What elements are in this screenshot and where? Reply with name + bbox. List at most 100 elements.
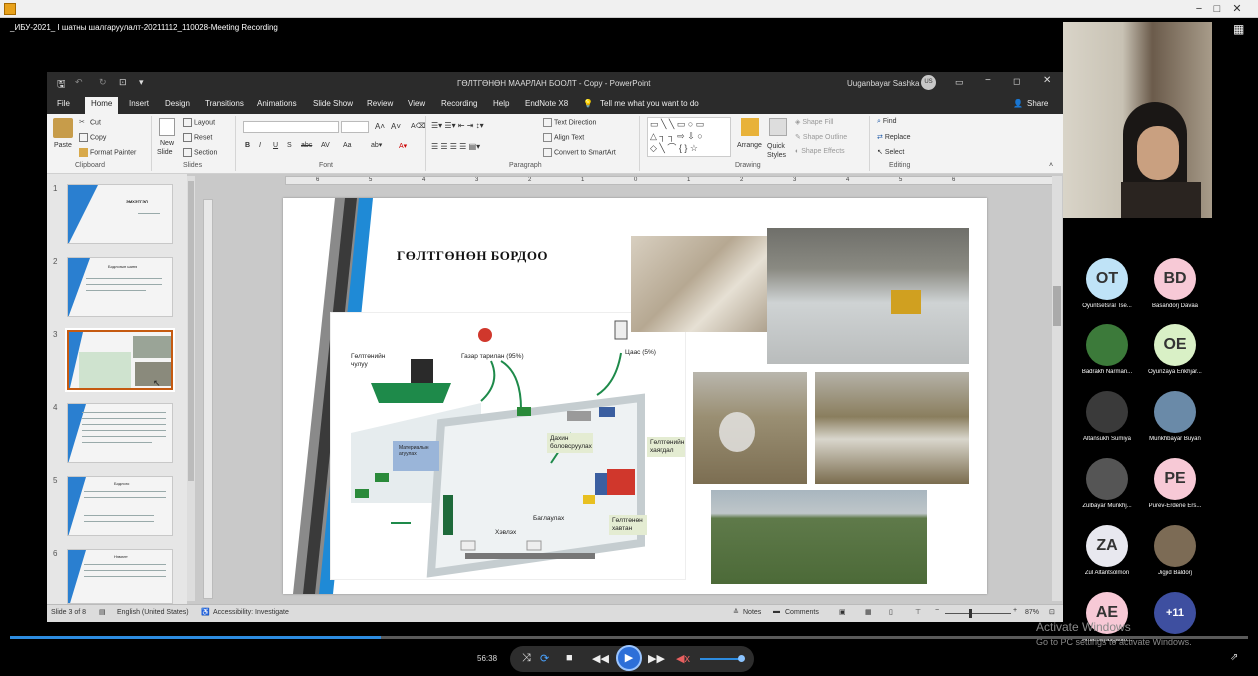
clear-format-icon[interactable]: A⌫ — [411, 122, 426, 130]
shape-fill-button[interactable]: ◈ Shape Fill — [795, 118, 833, 126]
slideshow-view-icon[interactable]: ⊤ — [915, 608, 921, 616]
photo-warehouse-pile[interactable] — [767, 228, 969, 364]
undo-icon[interactable]: ↶ — [75, 77, 83, 88]
language-status[interactable]: English (United States) — [117, 609, 189, 616]
collapse-ribbon-icon[interactable]: ˄ — [1049, 162, 1053, 169]
photo-field-treated[interactable] — [815, 372, 969, 484]
strikethrough-button[interactable]: abc — [301, 142, 312, 149]
paste-icon[interactable] — [53, 118, 73, 138]
horizontal-ruler[interactable]: 6 5 4 3 2 1 0 1 2 3 4 5 6 — [285, 176, 1055, 185]
char-spacing-icon[interactable]: AV — [321, 142, 330, 149]
participant-tile[interactable]: ZA Zul Altantsolmon — [1075, 525, 1139, 576]
slide-thumbnail-6[interactable]: Нэмэлт — [67, 549, 173, 604]
new-slide-icon[interactable] — [159, 118, 175, 136]
grow-font-icon[interactable]: A˄ — [375, 122, 385, 131]
tab-endnote[interactable]: EndNote X8 — [525, 99, 568, 108]
notes-button[interactable]: Notes — [743, 609, 761, 616]
shapes-gallery[interactable]: ▭ ╲ ╲ ▭ ○ ▭ △ ┐ ┐ ⇨ ⇩ ○ ◇ ╲ ⌒ { } ☆ — [647, 117, 731, 157]
participant-tile[interactable]: +11 — [1143, 592, 1207, 637]
highlight-icon[interactable]: ab▾ — [371, 141, 382, 149]
participant-tile[interactable]: OT Oyuntsetsral Tse... — [1075, 258, 1139, 309]
playback-progress[interactable] — [10, 636, 1248, 639]
reset-button[interactable]: Reset — [183, 133, 212, 142]
tab-file[interactable]: File — [57, 99, 70, 108]
accessibility-icon[interactable]: ♿ — [201, 608, 210, 616]
participant-tile[interactable]: Munkhbayar Buyan — [1143, 391, 1207, 442]
underline-button[interactable]: U — [273, 142, 278, 149]
zoom-out-button[interactable]: − — [935, 607, 939, 614]
arrange-icon[interactable] — [741, 118, 759, 136]
comments-button[interactable]: Comments — [785, 609, 819, 616]
tab-insert[interactable]: Insert — [129, 99, 149, 108]
tell-me-search[interactable]: Tell me what you want to do — [600, 99, 699, 108]
fast-forward-icon[interactable]: ▶▶ — [648, 652, 665, 665]
photo-field-spreading[interactable] — [693, 372, 807, 484]
italic-button[interactable]: I — [259, 142, 261, 149]
zoom-level[interactable]: 87% — [1025, 609, 1039, 616]
bold-button[interactable]: B — [245, 142, 250, 149]
participant-tile[interactable]: Badrakh Narman... — [1075, 324, 1139, 375]
slide-canvas[interactable]: ГӨЛТГӨНӨН БОРДОО Гөлтгөнийн чулуу Газар … — [283, 198, 987, 594]
layout-button[interactable]: Layout — [183, 118, 215, 127]
format-painter-button[interactable]: Format Painter — [79, 148, 136, 157]
shrink-font-icon[interactable]: A˅ — [391, 122, 401, 131]
arrange-button[interactable]: Arrange — [737, 142, 762, 149]
zoom-slider[interactable] — [945, 613, 1011, 614]
slide-thumbnail-3[interactable]: ↖ — [65, 328, 175, 392]
paste-button[interactable]: Paste — [54, 142, 72, 149]
participant-tile[interactable]: BD Basandorj Davaa — [1143, 258, 1207, 309]
tab-help[interactable]: Help — [493, 99, 509, 108]
replace-button[interactable]: ⇄ Replace — [877, 133, 911, 141]
bullets-icon[interactable]: ☰▾ ☰▾ ⇤ ⇥ ↕▾ — [431, 121, 484, 130]
cut-button[interactable]: ✂ Cut — [79, 118, 101, 127]
slide-scrollbar[interactable] — [1052, 176, 1062, 601]
slide-thumbnail-1[interactable]: ЭМХЭТГЭЛ — [67, 184, 173, 244]
font-size-select[interactable] — [341, 121, 369, 133]
slide-thumbnail-4[interactable] — [67, 403, 173, 463]
tab-design[interactable]: Design — [165, 99, 190, 108]
slide-thumbnail-5[interactable]: Бодлого — [67, 476, 173, 536]
tab-animations[interactable]: Animations — [257, 99, 297, 108]
shadow-button[interactable]: S — [287, 142, 292, 149]
share-button[interactable]: Share — [1027, 99, 1048, 108]
tab-transitions[interactable]: Transitions — [205, 99, 244, 108]
stop-icon[interactable]: ■ — [566, 652, 573, 664]
repeat-icon[interactable]: ⟳ — [540, 652, 549, 665]
slide-sorter-icon[interactable]: ▦ — [865, 608, 872, 616]
ppt-maximize-button[interactable]: ◻ — [1013, 76, 1020, 87]
tab-review[interactable]: Review — [367, 99, 393, 108]
maximize-button[interactable]: □ — [1208, 0, 1226, 18]
user-avatar[interactable]: US — [921, 75, 936, 90]
text-direction-button[interactable]: Text Direction — [543, 118, 596, 127]
user-name[interactable]: Uuganbayar Sashka — [847, 79, 920, 88]
normal-view-icon[interactable]: ▣ — [839, 608, 846, 616]
fullscreen-icon[interactable]: ⇗ — [1230, 652, 1238, 663]
font-color-icon[interactable]: A▾ — [399, 142, 407, 150]
customize-qat-icon[interactable]: ▾ — [139, 77, 144, 88]
new-slide-button[interactable]: New — [160, 140, 174, 147]
section-button[interactable]: Section — [183, 148, 217, 157]
participant-tile[interactable]: Zulbayar Munkhj... — [1075, 458, 1139, 509]
redo-icon[interactable]: ↻ — [99, 77, 107, 88]
close-button[interactable]: ✕ — [1228, 0, 1246, 18]
slide-thumbnail-2[interactable]: Бодлогын шинэ — [67, 257, 173, 317]
quick-styles-button[interactable]: Quick Styles — [767, 142, 793, 160]
quick-styles-icon[interactable] — [769, 118, 787, 136]
vertical-ruler[interactable] — [203, 199, 213, 599]
slide-title[interactable]: ГӨЛТГӨНӨН БОРДОО — [397, 248, 548, 264]
change-case-button[interactable]: Aa — [343, 142, 352, 149]
ppt-minimize-button[interactable]: − — [985, 75, 991, 86]
font-family-select[interactable] — [243, 121, 339, 133]
zoom-slider-thumb[interactable] — [969, 609, 972, 618]
tab-view[interactable]: View — [408, 99, 425, 108]
zoom-in-button[interactable]: + — [1013, 607, 1017, 614]
participant-tile[interactable]: OE Oyunzaya Enkhjar... — [1143, 324, 1207, 375]
shuffle-icon[interactable]: ⤨ — [522, 652, 531, 665]
reading-view-icon[interactable]: ▯ — [889, 608, 893, 616]
speaker-video[interactable] — [1063, 22, 1212, 218]
select-button[interactable]: ↖ Select — [877, 148, 904, 156]
gypsum-cycle-diagram[interactable]: Гөлтгөнийн чулуу Газар тарилан (95%) Цаа… — [330, 312, 686, 580]
share-icon[interactable]: 👤 — [1013, 99, 1023, 108]
present-icon[interactable]: ⊡ — [119, 77, 127, 88]
layout-grid-icon[interactable]: ▦ — [1233, 22, 1244, 36]
